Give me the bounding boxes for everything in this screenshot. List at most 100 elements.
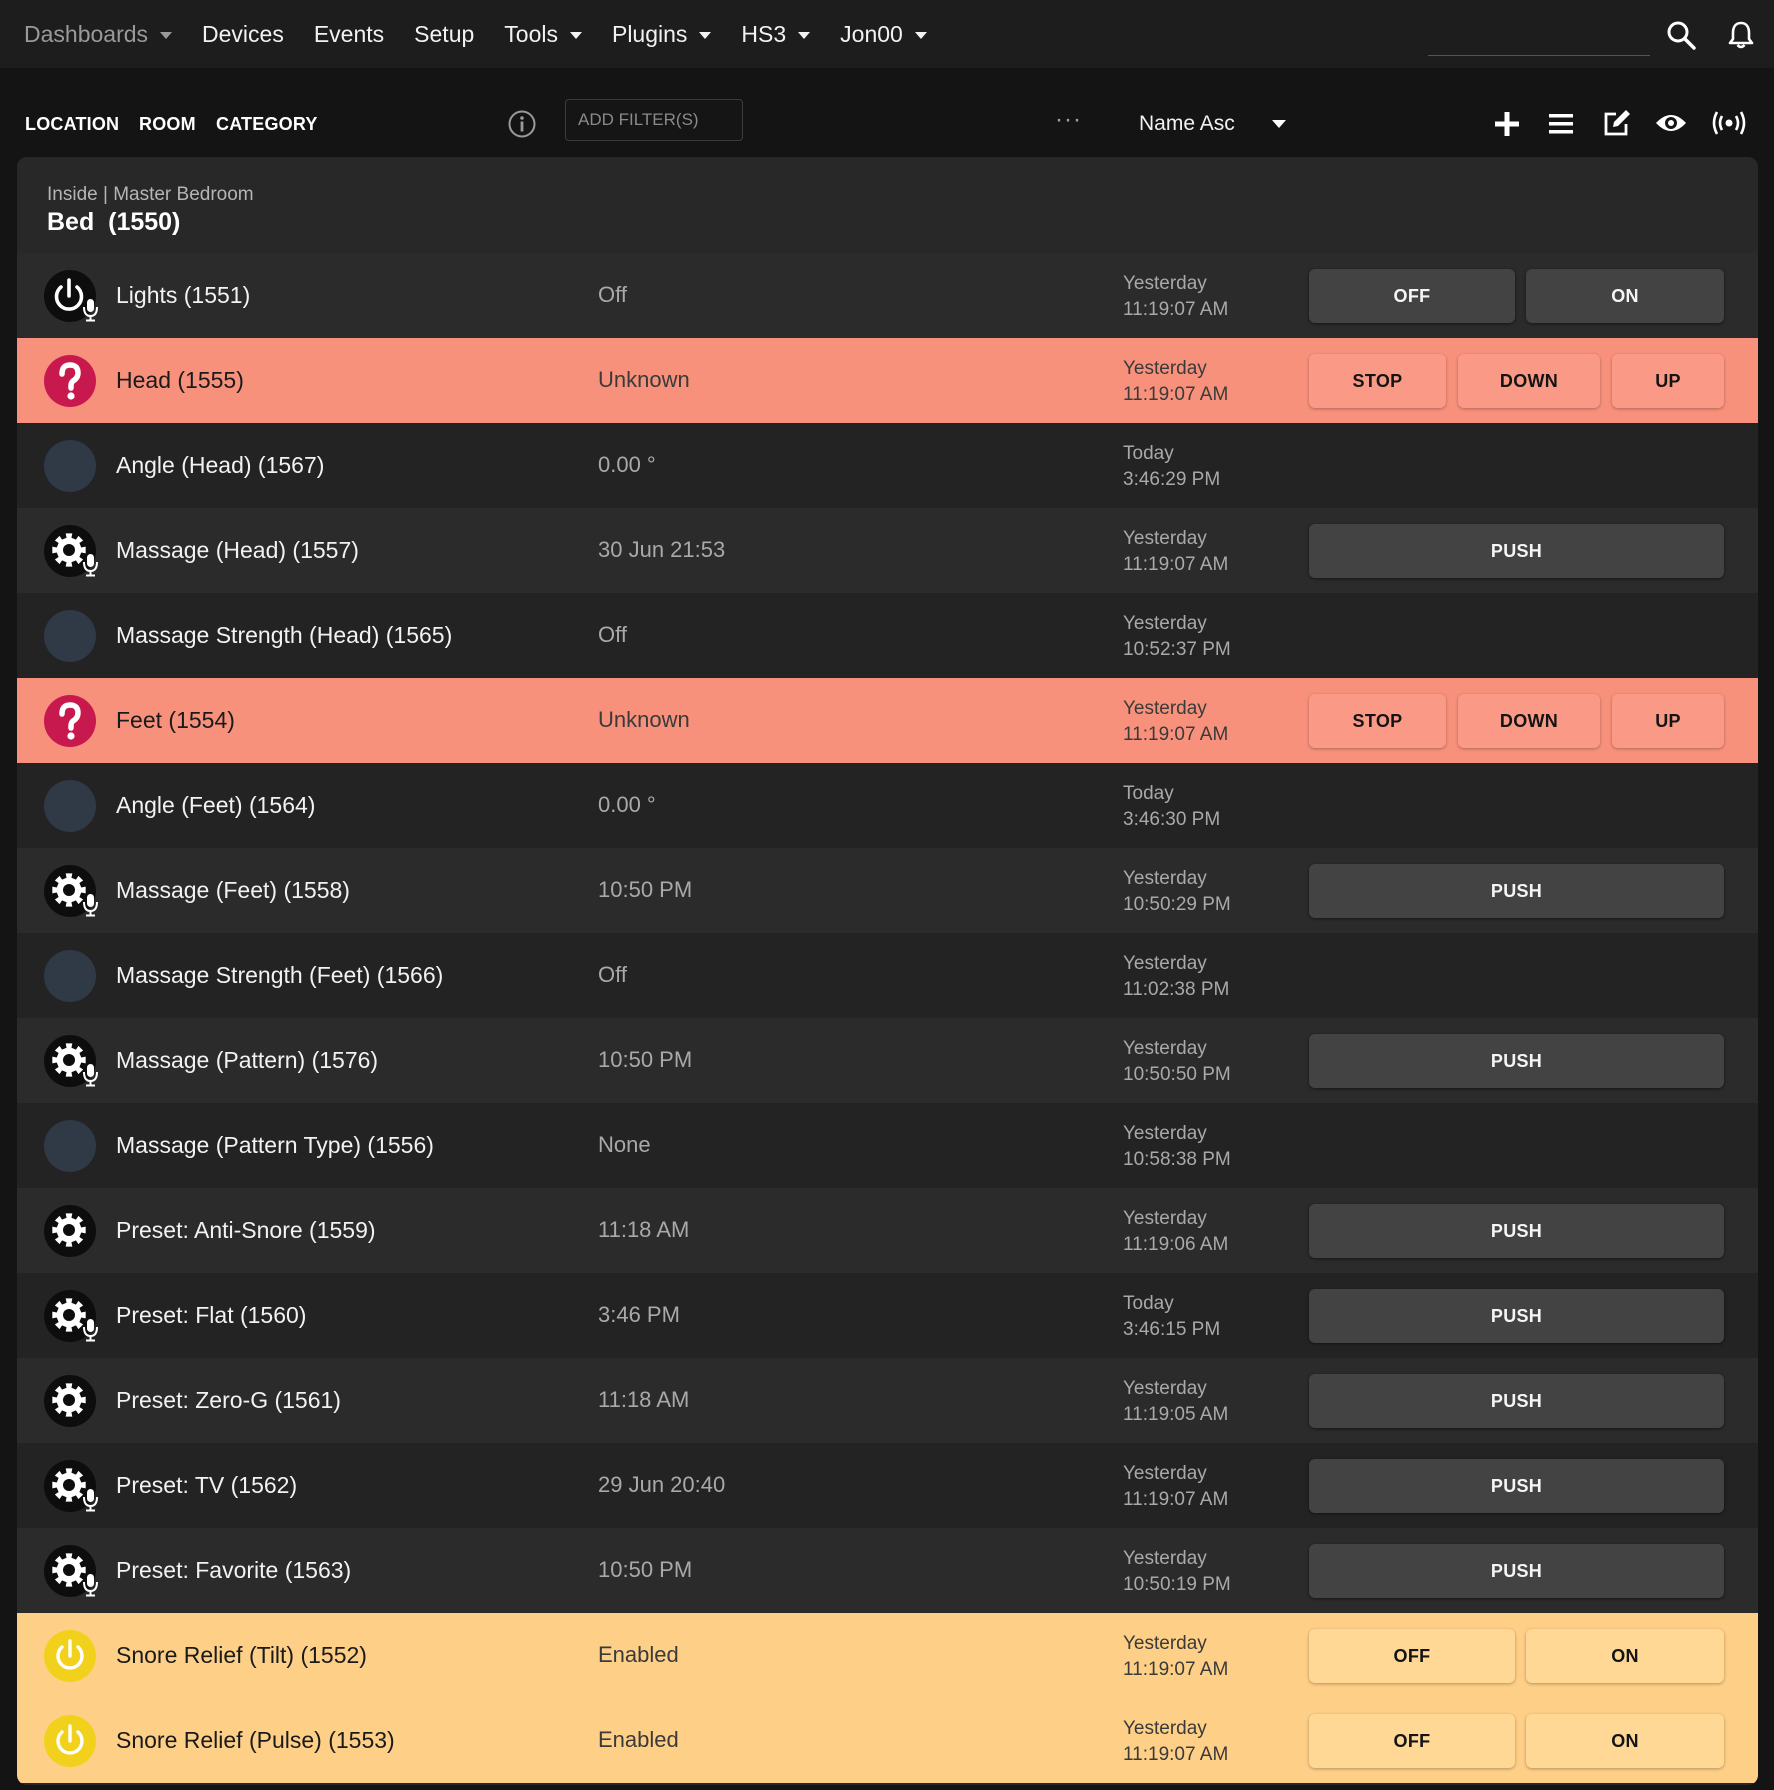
group-title[interactable]: Bed (1550) bbox=[47, 208, 180, 237]
search-underline[interactable] bbox=[1428, 55, 1650, 56]
stop-button[interactable]: STOP bbox=[1309, 694, 1446, 748]
more-icon[interactable]: ··· bbox=[1055, 106, 1082, 134]
sort-select[interactable]: Name Asc bbox=[1139, 112, 1235, 136]
device-row: Massage (Pattern Type) (1556) None Yesterd… bbox=[17, 1103, 1758, 1188]
nav-devices[interactable]: Devices bbox=[202, 21, 284, 48]
push-button[interactable]: PUSH bbox=[1309, 864, 1724, 918]
device-status: Off bbox=[598, 282, 627, 307]
nav-hs3[interactable]: HS3 bbox=[741, 21, 811, 48]
question-icon[interactable] bbox=[44, 355, 100, 407]
info-icon[interactable] bbox=[507, 109, 537, 139]
push-button[interactable]: PUSH bbox=[1309, 1204, 1724, 1258]
device-name[interactable]: Massage (Pattern) (1576) bbox=[116, 1047, 378, 1074]
power-yellow-icon[interactable] bbox=[44, 1630, 100, 1682]
off-button[interactable]: OFF bbox=[1309, 1629, 1515, 1683]
gear-mic-icon[interactable] bbox=[44, 525, 100, 577]
location-filter-link[interactable]: LOCATION bbox=[25, 114, 119, 135]
device-name[interactable]: Massage (Feet) (1558) bbox=[116, 877, 350, 904]
last-change-day: Yesterday bbox=[1123, 953, 1207, 974]
blank-circle-icon[interactable] bbox=[44, 950, 100, 1002]
push-button[interactable]: PUSH bbox=[1309, 1544, 1724, 1598]
last-change-day: Yesterday bbox=[1123, 1378, 1207, 1399]
device-name[interactable]: Preset: Zero-G (1561) bbox=[116, 1387, 341, 1414]
device-row: Preset: TV (1562) 29 Jun 20:40 Yesterday 11… bbox=[17, 1443, 1758, 1528]
down-button[interactable]: DOWN bbox=[1458, 354, 1600, 408]
device-row: Preset: Favorite (1563) 10:50 PM Yesterday… bbox=[17, 1528, 1758, 1613]
device-name[interactable]: Head (1555) bbox=[116, 367, 244, 394]
caret-down-icon bbox=[699, 31, 712, 39]
nav-events[interactable]: Events bbox=[314, 21, 384, 48]
device-name[interactable]: Preset: TV (1562) bbox=[116, 1472, 297, 1499]
add-filter-input[interactable] bbox=[565, 99, 743, 141]
device-name[interactable]: Angle (Feet) (1564) bbox=[116, 792, 315, 819]
gear-mic-icon[interactable] bbox=[44, 1545, 100, 1597]
stop-button[interactable]: STOP bbox=[1309, 354, 1446, 408]
last-change-time: 3:46:29 PM bbox=[1123, 469, 1221, 490]
blank-circle-icon[interactable] bbox=[44, 610, 100, 662]
push-button[interactable]: PUSH bbox=[1309, 1289, 1724, 1343]
nav-plugins[interactable]: Plugins bbox=[612, 21, 712, 48]
gear-icon[interactable] bbox=[44, 1205, 100, 1257]
device-status: Unknown bbox=[598, 367, 690, 392]
on-button[interactable]: ON bbox=[1526, 1714, 1724, 1768]
bell-icon[interactable] bbox=[1726, 20, 1756, 50]
nav-dashboards[interactable]: Dashboards bbox=[24, 21, 173, 48]
blank-circle-icon[interactable] bbox=[44, 440, 100, 492]
last-change-time: 11:02:38 PM bbox=[1123, 979, 1230, 1000]
device-name[interactable]: Snore Relief (Pulse) (1553) bbox=[116, 1727, 395, 1754]
device-name[interactable]: Feet (1554) bbox=[116, 707, 235, 734]
last-change-day: Yesterday bbox=[1123, 1208, 1207, 1229]
push-button[interactable]: PUSH bbox=[1309, 524, 1724, 578]
on-button[interactable]: ON bbox=[1526, 1629, 1724, 1683]
nav-setup[interactable]: Setup bbox=[414, 21, 474, 48]
device-name[interactable]: Lights (1551) bbox=[116, 282, 250, 309]
up-button[interactable]: UP bbox=[1612, 694, 1724, 748]
power-mic-icon[interactable] bbox=[44, 270, 100, 322]
nav-tools[interactable]: Tools bbox=[504, 21, 582, 48]
device-row: Snore Relief (Pulse) (1553) Enabled Yester… bbox=[17, 1698, 1758, 1783]
device-name[interactable]: Preset: Anti-Snore (1559) bbox=[116, 1217, 376, 1244]
caret-down-icon[interactable] bbox=[1271, 118, 1287, 130]
room-filter-link[interactable]: ROOM bbox=[139, 114, 196, 135]
eye-icon[interactable] bbox=[1655, 111, 1687, 135]
caret-down-icon bbox=[798, 31, 811, 39]
push-button[interactable]: PUSH bbox=[1309, 1459, 1724, 1513]
off-button[interactable]: OFF bbox=[1309, 269, 1515, 323]
gear-icon[interactable] bbox=[44, 1375, 100, 1427]
device-status: 29 Jun 20:40 bbox=[598, 1472, 726, 1497]
device-name[interactable]: Preset: Flat (1560) bbox=[116, 1302, 306, 1329]
device-name[interactable]: Massage Strength (Head) (1565) bbox=[116, 622, 452, 649]
device-name[interactable]: Angle (Head) (1567) bbox=[116, 452, 324, 479]
off-button[interactable]: OFF bbox=[1309, 1714, 1515, 1768]
on-button[interactable]: ON bbox=[1526, 269, 1724, 323]
edit-icon[interactable] bbox=[1602, 108, 1632, 138]
gear-mic-icon[interactable] bbox=[44, 865, 100, 917]
device-name[interactable]: Snore Relief (Tilt) (1552) bbox=[116, 1642, 367, 1669]
list-icon[interactable] bbox=[1548, 112, 1574, 136]
push-button[interactable]: PUSH bbox=[1309, 1034, 1724, 1088]
up-button[interactable]: UP bbox=[1612, 354, 1724, 408]
push-button[interactable]: PUSH bbox=[1309, 1374, 1724, 1428]
broadcast-icon[interactable] bbox=[1712, 110, 1746, 136]
gear-mic-icon[interactable] bbox=[44, 1035, 100, 1087]
plus-icon[interactable] bbox=[1493, 110, 1521, 138]
last-change-day: Yesterday bbox=[1123, 528, 1207, 549]
blank-circle-icon[interactable] bbox=[44, 780, 100, 832]
blank-circle-icon[interactable] bbox=[44, 1120, 100, 1172]
category-filter-link[interactable]: CATEGORY bbox=[216, 114, 318, 135]
gear-mic-icon[interactable] bbox=[44, 1460, 100, 1512]
gear-mic-icon[interactable] bbox=[44, 1290, 100, 1342]
down-button[interactable]: DOWN bbox=[1458, 694, 1600, 748]
nav-jon00[interactable]: Jon00 bbox=[840, 21, 927, 48]
device-name[interactable]: Preset: Favorite (1563) bbox=[116, 1557, 351, 1584]
last-change-day: Yesterday bbox=[1123, 1548, 1207, 1569]
device-name[interactable]: Massage Strength (Feet) (1566) bbox=[116, 962, 443, 989]
device-name[interactable]: Massage (Pattern Type) (1556) bbox=[116, 1132, 434, 1159]
device-row: Lights (1551) Off Yesterday 11:19:07 AM OFF O… bbox=[17, 253, 1758, 338]
last-change-day: Today bbox=[1123, 443, 1174, 464]
question-icon[interactable] bbox=[44, 695, 100, 747]
last-change-day: Yesterday bbox=[1123, 613, 1207, 634]
search-icon[interactable] bbox=[1666, 20, 1696, 50]
device-name[interactable]: Massage (Head) (1557) bbox=[116, 537, 359, 564]
power-yellow-icon[interactable] bbox=[44, 1715, 100, 1767]
